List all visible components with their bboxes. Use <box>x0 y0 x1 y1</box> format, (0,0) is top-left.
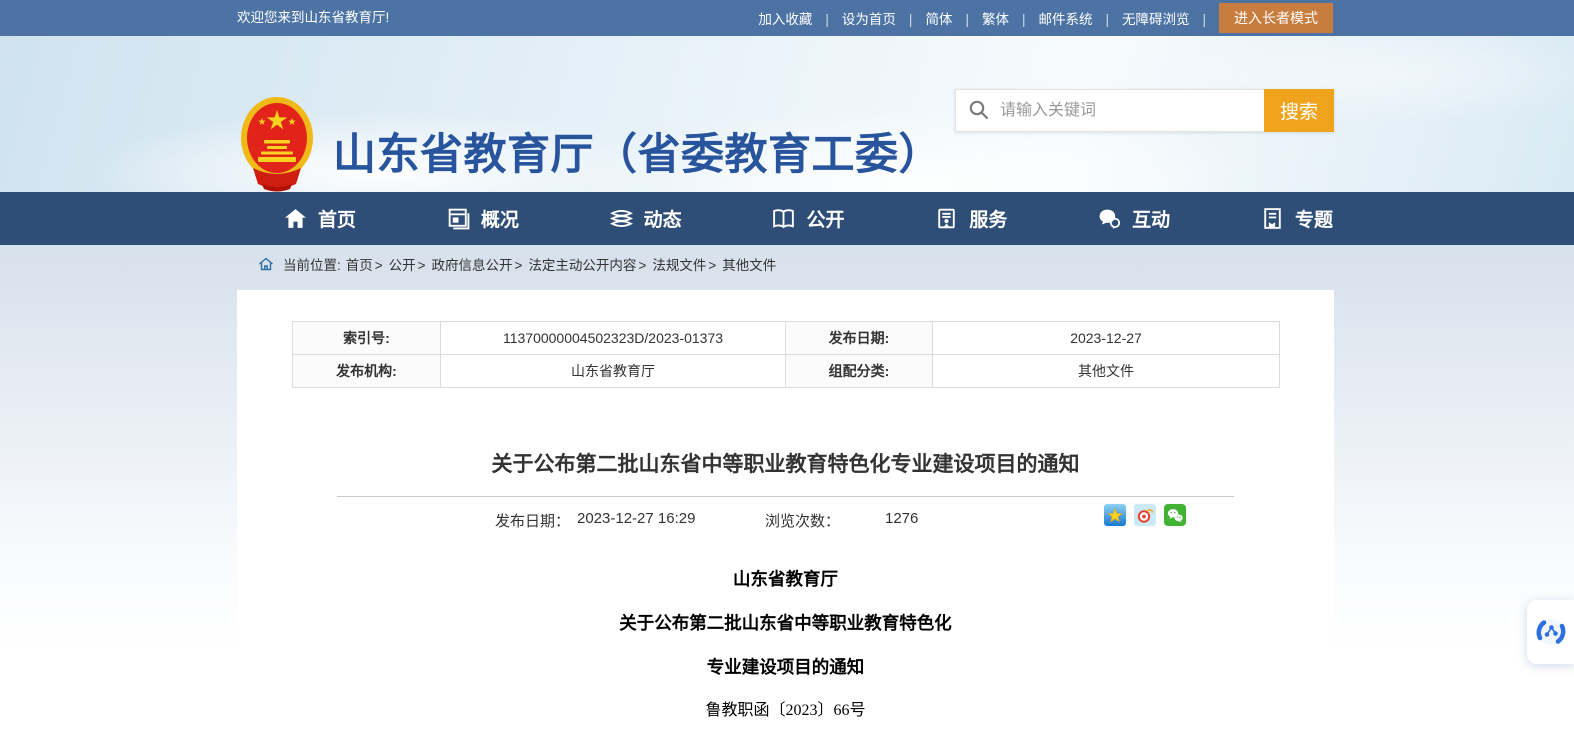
table-row: 发布机构: 山东省教育厅 组配分类: 其他文件 <box>293 355 1280 388</box>
home-icon <box>283 206 308 231</box>
accessibility-link[interactable]: 无障碍浏览 <box>1122 8 1219 28</box>
article-title: 关于公布第二批山东省中等职业教育特色化专业建设项目的通知 <box>277 448 1294 478</box>
search-input[interactable] <box>955 89 1264 132</box>
views-label: 浏览次数： <box>765 510 840 531</box>
breadcrumb: 当前位置: 首页 公开 政府信息公开 法定主动公开内容 法规文件 其他文件 <box>258 254 776 274</box>
article-body-line: 山东省教育厅 <box>237 570 1334 588</box>
publish-info-row: 发布日期： 2023-12-27 16:29 浏览次数： 1276 <box>237 497 1334 537</box>
interact-icon <box>1097 206 1122 231</box>
publish-date-label: 发布日期： <box>495 510 570 531</box>
nav-item-overview[interactable]: 概况 <box>446 205 519 232</box>
nav-item-interaction[interactable]: 互动 <box>1097 205 1170 232</box>
nav-item-home[interactable]: 首页 <box>283 205 356 232</box>
weibo-icon[interactable] <box>1134 504 1156 526</box>
breadcrumb-other-files: 其他文件 <box>722 254 776 274</box>
document-number: 鲁教职函〔2023〕66号 <box>237 702 1334 720</box>
news-stack-icon <box>609 206 634 231</box>
wechat-icon[interactable] <box>1164 504 1186 526</box>
top-utility-bar: 欢迎您来到山东省教育厅! 加入收藏 设为首页 简体 繁体 邮件系统 无障碍浏览 … <box>0 0 1574 36</box>
nav-item-topics[interactable]: 专题 <box>1260 205 1333 232</box>
meta-value-pubdate: 2023-12-27 <box>933 322 1280 355</box>
add-favorite-link[interactable]: 加入收藏 <box>758 8 842 28</box>
meta-label-index: 索引号: <box>293 322 441 355</box>
open-book-icon <box>771 206 796 231</box>
article-body-line: 关于公布第二批山东省中等职业教育特色化 <box>237 614 1334 632</box>
breadcrumb-home[interactable]: 首页 <box>346 254 389 274</box>
meta-label-category: 组配分类: <box>786 355 933 388</box>
meta-label-agency: 发布机构: <box>293 355 441 388</box>
mail-system-link[interactable]: 邮件系统 <box>1038 8 1122 28</box>
site-header: 山东省教育厅（省委教育工委） 搜索 <box>0 36 1574 192</box>
document-meta-table: 索引号: 11370000004502323D/2023-01373 发布日期:… <box>292 321 1280 388</box>
meta-value-agency: 山东省教育厅 <box>441 355 786 388</box>
table-row: 索引号: 11370000004502323D/2023-01373 发布日期:… <box>293 322 1280 355</box>
topic-icon <box>1260 206 1285 231</box>
meta-value-index: 11370000004502323D/2023-01373 <box>441 322 786 355</box>
simplified-chinese-link[interactable]: 简体 <box>925 8 982 28</box>
service-assistant-icon <box>1535 616 1567 648</box>
content-card: 索引号: 11370000004502323D/2023-01373 发布日期:… <box>237 290 1334 756</box>
search-bar: 搜索 <box>955 89 1334 132</box>
article-body: 山东省教育厅 关于公布第二批山东省中等职业教育特色化 专业建设项目的通知 鲁教职… <box>237 570 1334 720</box>
share-buttons <box>1104 504 1186 526</box>
service-icon <box>934 206 959 231</box>
overview-icon <box>446 206 471 231</box>
search-icon <box>968 99 990 121</box>
breadcrumb-home-icon <box>258 256 274 272</box>
set-homepage-link[interactable]: 设为首页 <box>842 8 926 28</box>
traditional-chinese-link[interactable]: 繁体 <box>982 8 1039 28</box>
article-body-line: 专业建设项目的通知 <box>237 658 1334 676</box>
meta-label-pubdate: 发布日期: <box>786 322 933 355</box>
publish-date-value: 2023-12-27 16:29 <box>577 510 695 527</box>
welcome-text: 欢迎您来到山东省教育厅! <box>237 0 389 36</box>
search-button[interactable]: 搜索 <box>1264 89 1334 132</box>
china-national-emblem-icon <box>240 96 314 192</box>
breadcrumb-statutory-content[interactable]: 法定主动公开内容 <box>528 254 652 274</box>
top-links: 加入收藏 设为首页 简体 繁体 邮件系统 无障碍浏览 进入长者模式 <box>758 0 1333 36</box>
breadcrumb-prefix: 当前位置: <box>283 254 341 274</box>
page-background: 当前位置: 首页 公开 政府信息公开 法定主动公开内容 法规文件 其他文件 索引… <box>0 245 1574 756</box>
nav-item-services[interactable]: 服务 <box>934 205 1007 232</box>
breadcrumb-gov-info[interactable]: 政府信息公开 <box>432 254 529 274</box>
meta-value-category: 其他文件 <box>933 355 1280 388</box>
nav-item-news[interactable]: 动态 <box>609 205 682 232</box>
views-value: 1276 <box>885 510 918 527</box>
breadcrumb-regulations[interactable]: 法规文件 <box>652 254 722 274</box>
qzone-icon[interactable] <box>1104 504 1126 526</box>
site-title: 山东省教育厅（省委教育工委） <box>333 120 942 182</box>
elder-mode-button[interactable]: 进入长者模式 <box>1219 3 1333 33</box>
floating-service-widget[interactable] <box>1527 600 1574 664</box>
breadcrumb-disclosure[interactable]: 公开 <box>389 254 432 274</box>
nav-item-disclosure[interactable]: 公开 <box>771 205 844 232</box>
main-navigation: 首页 概况 动态 公开 <box>0 192 1574 245</box>
